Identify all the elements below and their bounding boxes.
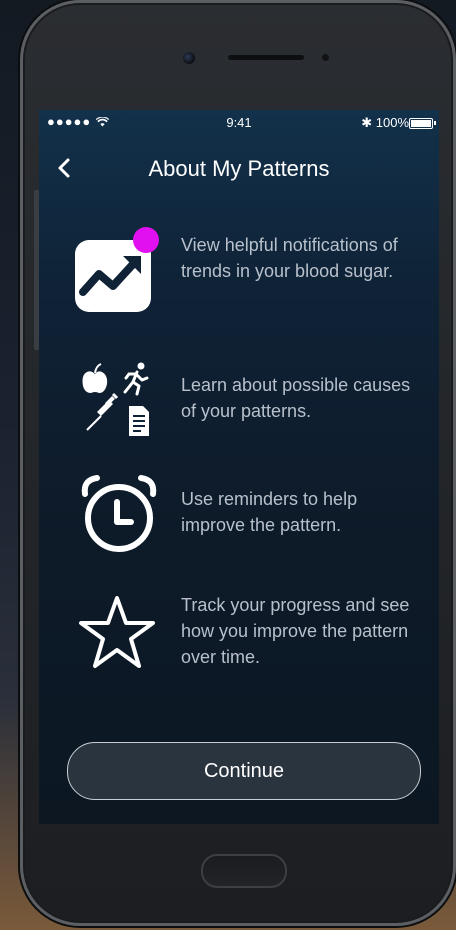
status-bar: ●●●●● 9:41 ✱ 100% <box>39 114 439 134</box>
feature-text-causes: Learn about possible causes of your patt… <box>181 375 411 421</box>
page-title: About My Patterns <box>148 156 330 181</box>
causes-icon <box>79 360 159 449</box>
navigation-bar: About My Patterns <box>39 150 439 190</box>
battery-status: ✱ 100% <box>361 115 409 131</box>
bluetooth-icon: ✱ <box>361 115 373 130</box>
trend-chart-icon <box>73 226 163 321</box>
document-icon <box>129 406 149 436</box>
proximity-sensor <box>322 54 329 61</box>
battery-percent: 100% <box>375 115 409 130</box>
runner-icon <box>123 362 149 396</box>
continue-button[interactable]: Continue <box>67 742 421 800</box>
alarm-clock-icon <box>79 474 159 561</box>
feature-text-reminders: Use reminders to help improve the patter… <box>181 489 358 535</box>
feature-text-trends: View helpful notifications of trends in … <box>181 235 398 281</box>
apple-icon <box>82 363 108 393</box>
front-camera <box>183 52 195 64</box>
feature-text-progress: Track your progress and see how you impr… <box>181 595 410 667</box>
star-icon <box>79 594 159 677</box>
syringe-icon <box>86 392 119 431</box>
app-screen: ●●●●● 9:41 ✱ 100% About My Patterns View… <box>39 110 439 824</box>
home-button[interactable] <box>201 854 287 888</box>
battery-icon <box>409 118 436 129</box>
earpiece-speaker <box>228 55 304 60</box>
